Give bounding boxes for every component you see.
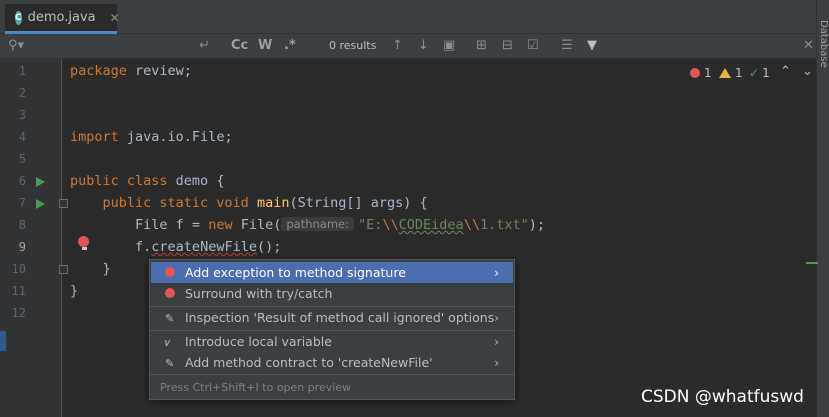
close-icon[interactable]: ✕ (110, 11, 120, 25)
new-line-icon[interactable]: ↵ (199, 38, 210, 53)
edit-icon: ✎ (165, 356, 175, 370)
editor-tab-bar: C demo.java ✕ (0, 0, 816, 34)
line-number: 11 (11, 284, 26, 298)
submenu-arrow-icon: › (494, 355, 499, 370)
code-text: public static void main(String[] args) { (102, 195, 428, 211)
menu-separator (150, 374, 514, 375)
code-text: public class demo { (70, 173, 225, 189)
code-line: 6 public class demo { (0, 171, 816, 193)
match-case-toggle[interactable]: Cc (231, 38, 248, 53)
filter-options-icon[interactable]: ☰ (561, 38, 573, 53)
search-results-count: 0 results (329, 39, 377, 52)
code-line: 5 (0, 149, 816, 171)
line-number: 10 (11, 262, 26, 276)
code-text: } (70, 283, 79, 299)
select-all-occurrences-icon[interactable]: ☑ (527, 38, 539, 53)
variable-icon: 𝑣 (165, 335, 171, 349)
edit-icon: ✎ (165, 311, 175, 325)
tab-label: demo.java (27, 10, 96, 25)
fold-marker-icon[interactable] (59, 199, 68, 208)
whole-words-toggle[interactable]: W (258, 38, 272, 53)
submenu-arrow-icon: › (494, 334, 499, 349)
search-icon[interactable]: ⚲▾ (8, 38, 24, 53)
red-bulb-icon (165, 267, 175, 277)
run-class-icon[interactable] (36, 177, 45, 187)
code-line: 9 f.createNewFile(); (0, 237, 816, 259)
code-text: package review; (70, 63, 192, 79)
menu-item-introduce-variable[interactable]: 𝑣 Introduce local variable › (151, 331, 513, 352)
line-number: 7 (18, 196, 26, 210)
remove-occurrence-icon[interactable]: ⊟ (502, 38, 513, 53)
code-line: 8 File f = new File(pathname: "E:\\CODEid… (0, 215, 816, 237)
preview-hint: Press Ctrl+Shift+I to open preview (160, 381, 352, 394)
filter-icon[interactable]: ▼ (587, 38, 597, 53)
code-text: File f = new File(pathname: "E:\\CODEidea… (135, 217, 545, 233)
close-search-icon[interactable]: ✕ (803, 38, 814, 53)
line-number: 3 (18, 108, 26, 122)
find-bar: ⚲▾ ↵ Cc W .* 0 results ↑ ↓ ▣ ⊞ ⊟ ☑ ☰ ▼ ✕ (0, 34, 816, 59)
code-line: 4 import java.io.File; (0, 127, 816, 149)
code-line: 7 public static void main(String[] args)… (0, 193, 816, 215)
run-main-icon[interactable] (36, 199, 45, 209)
database-tool-tab[interactable]: Database (818, 20, 829, 68)
line-number: 6 (18, 174, 26, 188)
line-number: 2 (18, 86, 26, 100)
menu-item-add-exception[interactable]: Add exception to method signature › (151, 262, 513, 283)
regex-toggle[interactable]: .* (284, 38, 296, 53)
menu-item-add-contract[interactable]: ✎ Add method contract to 'createNewFile'… (151, 352, 513, 373)
line-number: 4 (18, 130, 26, 144)
menu-item-inspection-options[interactable]: ✎ Inspection 'Result of method call igno… (151, 307, 513, 328)
line-number: 8 (18, 218, 26, 232)
submenu-arrow-icon: › (494, 310, 499, 325)
submenu-arrow-icon: › (494, 265, 499, 280)
java-class-icon: C (15, 10, 22, 25)
intention-actions-popup: Add exception to method signature › Surr… (149, 259, 515, 400)
select-all-icon[interactable]: ▣ (443, 38, 455, 53)
line-number: 1 (18, 64, 26, 78)
fold-marker-icon[interactable] (59, 265, 68, 274)
tab-demo-java[interactable]: C demo.java ✕ (5, 4, 120, 34)
next-occurrence-icon[interactable]: ↓ (418, 38, 429, 53)
watermark: CSDN @whatfuswd (641, 387, 804, 407)
line-number: 9 (18, 240, 26, 254)
code-text: } (102, 261, 111, 277)
code-line: 2 (0, 83, 816, 105)
code-line: 1 package review; (0, 61, 816, 83)
menu-item-surround-try-catch[interactable]: Surround with try/catch (151, 283, 513, 304)
tool-window-marker (0, 331, 6, 351)
code-text: f.createNewFile(); (135, 239, 282, 255)
add-occurrence-icon[interactable]: ⊞ (476, 38, 487, 53)
code-text: import java.io.File; (70, 129, 233, 145)
error-bulb-icon[interactable] (78, 236, 90, 250)
red-bulb-icon (165, 288, 175, 298)
parameter-hint: pathname: (281, 217, 354, 231)
code-line: 3 (0, 105, 816, 127)
previous-occurrence-icon[interactable]: ↑ (392, 38, 403, 53)
line-number: 12 (11, 306, 26, 320)
line-number: 5 (18, 152, 26, 166)
